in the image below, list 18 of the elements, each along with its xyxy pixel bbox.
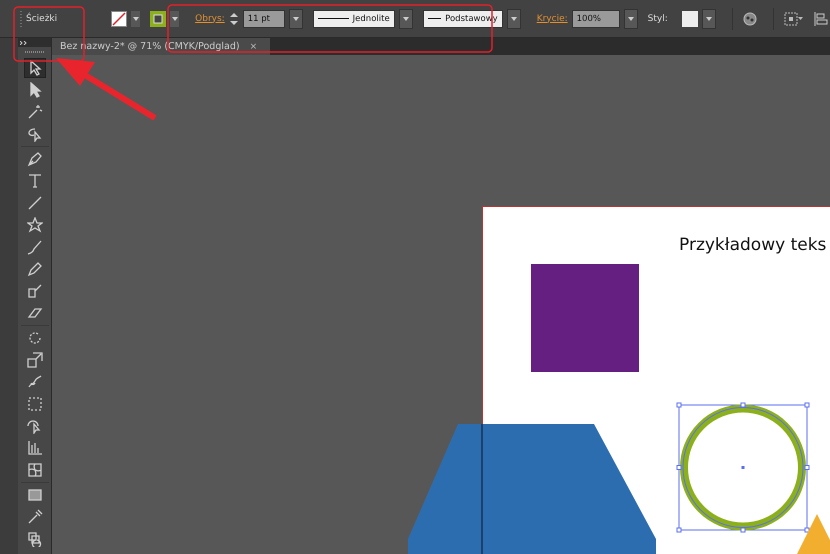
opacity-label[interactable]: Krycie: xyxy=(536,14,568,24)
stroke-label[interactable]: Obrys: xyxy=(195,14,225,24)
align-left-icon[interactable] xyxy=(814,12,828,26)
path-label: Ścieżki xyxy=(26,14,58,24)
close-tab-button[interactable]: × xyxy=(250,42,258,52)
style-swatch[interactable] xyxy=(682,10,698,26)
transform-icon[interactable] xyxy=(784,12,804,26)
stroke-style-dropdown[interactable]: Jednolite xyxy=(312,10,395,28)
stroke-weight-field[interactable]: 11 pt xyxy=(242,10,285,28)
style-label: Styl: xyxy=(648,14,668,24)
stroke-swatch[interactable] xyxy=(150,10,166,26)
opacity-field[interactable]: 100% xyxy=(572,10,620,28)
triangle-shape xyxy=(797,514,830,554)
sample-text: Przykładowy teks xyxy=(679,235,826,255)
recolor-icon[interactable] xyxy=(742,12,757,26)
fill-swatch[interactable] xyxy=(111,10,128,26)
spinner-icon[interactable] xyxy=(228,10,239,26)
collapse-icon[interactable] xyxy=(20,40,28,44)
